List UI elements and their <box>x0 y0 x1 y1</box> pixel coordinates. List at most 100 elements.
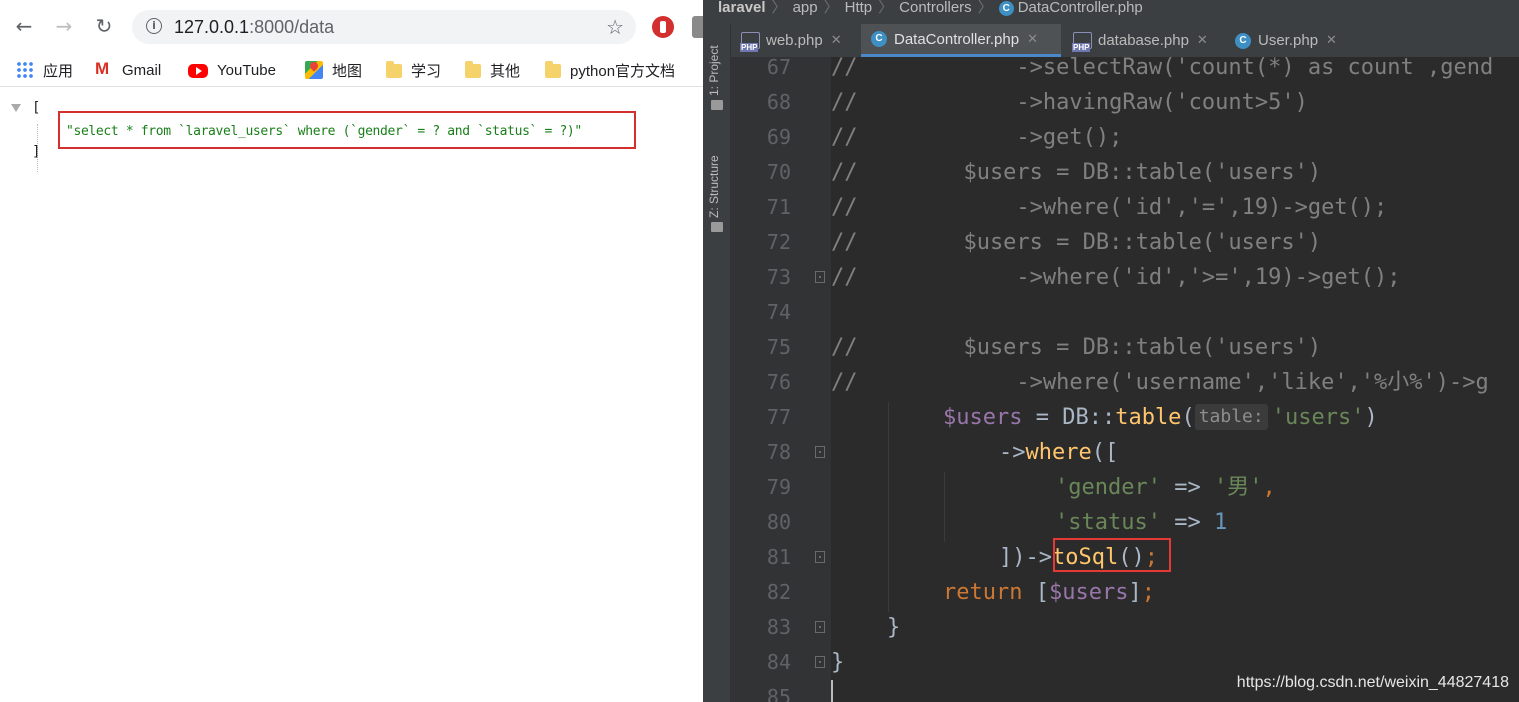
close-icon[interactable]: ✕ <box>1027 32 1038 47</box>
code-line-77: $users = DB::table(table:'users') <box>943 400 1378 435</box>
close-icon[interactable]: ✕ <box>831 33 842 48</box>
php-file-icon <box>1072 32 1092 52</box>
code-line-76: // ->where('username','like','%小%')->g <box>831 370 1489 395</box>
code-line-72: // $users = DB::table('users') <box>831 230 1322 255</box>
line-number: 67 <box>766 55 791 79</box>
folder-icon <box>545 61 561 78</box>
code-token: ) <box>1364 405 1378 430</box>
watermark-text: https://blog.csdn.net/weixin_44827418 <box>1236 674 1509 691</box>
breadcrumb-item[interactable]: Controllers <box>899 0 972 16</box>
fold-marker-icon[interactable] <box>815 551 825 563</box>
bookmark-gmail[interactable]: Gmail <box>95 59 161 81</box>
browser-toolbar: ← → ↻ i 127.0.0.1:8000/data ☆ <box>0 0 703 54</box>
forward-arrow-icon[interactable]: → <box>52 14 76 38</box>
chevron-right-icon: 〉 <box>878 0 894 16</box>
code-token: = DB:: <box>1022 405 1116 430</box>
breadcrumb-item[interactable]: DataController.php <box>1018 0 1143 16</box>
code-editor[interactable]: // ->selectRaw('count(*) as count ,gend … <box>831 55 1519 702</box>
fold-marker-icon[interactable] <box>815 271 825 283</box>
browser-window: ← → ↻ i 127.0.0.1:8000/data ☆ 应用 Gmail Y… <box>0 0 703 702</box>
bookmark-maps[interactable]: 地图 <box>305 59 362 81</box>
code-token: => <box>1160 475 1214 500</box>
close-icon[interactable]: ✕ <box>1326 33 1337 48</box>
bookmark-star-icon[interactable]: ☆ <box>606 15 624 39</box>
line-number-gutter: 67 68 69 70 71 72 73 74 75 76 77 78 79 8… <box>731 55 831 702</box>
url-text[interactable]: 127.0.0.1:8000/data <box>174 17 334 38</box>
address-bar[interactable]: i 127.0.0.1:8000/data ☆ <box>132 10 636 44</box>
gmail-icon <box>95 59 113 79</box>
bookmark-label: YouTube <box>217 61 276 79</box>
tab-label: database.php <box>1098 32 1189 49</box>
url-host: 127.0.0.1 <box>174 17 250 37</box>
tab-label: DataController.php <box>894 30 1020 48</box>
bookmark-youtube[interactable]: YouTube <box>188 59 276 81</box>
code-token: ( <box>1181 405 1195 430</box>
php-class-icon: C <box>998 1 1014 16</box>
breadcrumb: laravel 〉 app 〉 Http 〉 Controllers 〉 C DataContro… <box>718 0 1143 17</box>
code-line-67: // ->selectRaw('count(*) as count ,gend <box>831 55 1494 80</box>
line-number: 68 <box>766 90 791 114</box>
close-icon[interactable]: ✕ <box>1197 33 1208 48</box>
tab-structure[interactable]: Z: Structure <box>707 138 721 218</box>
line-number: 84 <box>766 650 791 674</box>
code-line-79: 'gender' => '男', <box>1055 470 1276 505</box>
code-token: , <box>1262 475 1276 500</box>
tab-label: User.php <box>1258 32 1319 49</box>
left-tool-strip: 1: Project Z: Structure <box>703 24 731 702</box>
code-token: ])-> <box>999 545 1052 570</box>
folder-icon[interactable] <box>711 100 723 110</box>
line-number: 74 <box>766 300 791 324</box>
adblock-extension-icon[interactable] <box>652 16 674 38</box>
bookmark-label: 其他 <box>490 62 521 80</box>
json-string-highlight: "select * from `laravel_users` where (`g… <box>58 111 636 149</box>
code-token: where <box>1025 440 1092 465</box>
back-arrow-icon[interactable]: ← <box>12 14 36 38</box>
code-token: 'users' <box>1271 405 1365 430</box>
code-line-73: // ->where('id','>=',19)->get(); <box>831 265 1401 290</box>
line-number: 70 <box>766 160 791 184</box>
url-path: :8000/data <box>249 17 335 37</box>
json-string-value: "select * from `laravel_users` where (`g… <box>66 124 582 139</box>
line-number: 71 <box>766 195 791 219</box>
site-info-icon[interactable]: i <box>146 18 162 34</box>
php-file-icon <box>740 32 760 52</box>
line-number: 80 <box>766 510 791 534</box>
navigation-bar: laravel 〉 app 〉 Http 〉 Controllers 〉 C DataContro… <box>703 0 1519 24</box>
bookmark-apps[interactable]: 应用 <box>16 59 73 81</box>
tosql-highlight-box <box>1053 538 1171 572</box>
line-number: 76 <box>766 370 791 394</box>
bookmark-folder-other[interactable]: 其他 <box>465 59 520 81</box>
breadcrumb-item[interactable]: app <box>793 0 818 16</box>
php-class-icon: C <box>1235 32 1251 49</box>
code-token: 'status' <box>1055 510 1161 535</box>
code-token: -> <box>999 440 1026 465</box>
code-line-83: } <box>887 615 901 640</box>
extension-icon[interactable] <box>692 16 703 38</box>
fold-marker-icon[interactable] <box>815 621 825 633</box>
line-number: 78 <box>766 440 791 464</box>
maps-icon <box>305 61 323 79</box>
code-token: => <box>1160 510 1214 535</box>
line-number: 77 <box>766 405 791 429</box>
breadcrumb-item[interactable]: laravel <box>718 0 766 16</box>
youtube-icon <box>188 64 208 78</box>
breadcrumb-item[interactable]: Http <box>845 0 873 16</box>
code-token: '男' <box>1213 475 1263 500</box>
code-token: ; <box>1141 580 1155 605</box>
line-number: 83 <box>766 615 791 639</box>
bookmark-folder-python[interactable]: python官方文档 <box>545 59 675 81</box>
reload-icon[interactable]: ↻ <box>92 14 116 38</box>
code-token: $users <box>1048 580 1129 605</box>
code-line-80: 'status' => 1 <box>1055 505 1227 540</box>
fold-marker-icon[interactable] <box>815 656 825 668</box>
code-token: 'gender' <box>1055 475 1161 500</box>
line-number: 79 <box>766 475 791 499</box>
bookmark-folder-study[interactable]: 学习 <box>386 59 441 81</box>
structure-icon[interactable] <box>711 222 723 232</box>
tab-label: web.php <box>766 32 823 49</box>
ide-window: laravel 〉 app 〉 Http 〉 Controllers 〉 C DataContro… <box>703 0 1519 702</box>
fold-marker-icon[interactable] <box>815 446 825 458</box>
bookmark-label: 地图 <box>332 62 363 80</box>
tab-project[interactable]: 1: Project <box>707 32 721 96</box>
collapse-toggle-icon[interactable] <box>11 104 21 112</box>
